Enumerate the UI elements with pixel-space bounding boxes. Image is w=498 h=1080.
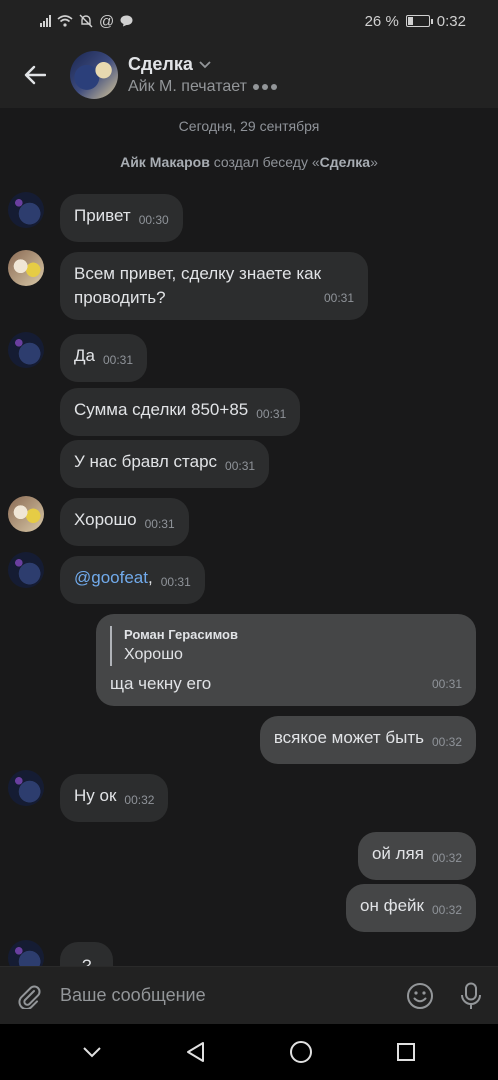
sender-avatar[interactable] <box>8 770 44 806</box>
back-button[interactable] <box>0 42 70 108</box>
message-text: , <box>147 568 153 587</box>
emoji-icon[interactable] <box>406 982 434 1010</box>
sender-avatar[interactable] <box>8 496 44 532</box>
chat-bubble-icon <box>120 15 133 27</box>
status-icons-left: @ <box>40 13 133 30</box>
message-bubble-outgoing[interactable]: всякое может быть 00:32 <box>259 716 476 764</box>
system-chat-name: Сделка <box>319 154 371 170</box>
mention-link[interactable]: @goofeat <box>74 568 148 587</box>
system-author[interactable]: Айк Макаров <box>120 154 210 170</box>
message-time: 00:30 <box>138 213 169 227</box>
message-time: 00:31 <box>225 459 256 473</box>
message-time: 00:32 <box>431 851 462 865</box>
message-text: всякое может быть <box>273 728 424 747</box>
signal-icon <box>40 15 51 27</box>
sender-avatar[interactable] <box>8 332 44 368</box>
reply-quote[interactable]: Роман Герасимов Хорошо <box>110 626 462 666</box>
nav-home-icon[interactable] <box>289 1040 313 1064</box>
message-text: Да <box>74 346 95 365</box>
message-time: 00:31 <box>102 353 133 367</box>
message-time: 00:31 <box>431 677 462 691</box>
mute-bell-icon <box>79 14 93 28</box>
typing-dots-icon <box>252 84 277 90</box>
system-message: Айк Макаров создал беседу «Сделка» <box>0 154 498 170</box>
sender-avatar[interactable] <box>8 250 44 286</box>
message-time: 00:31 <box>144 517 175 531</box>
wifi-icon <box>57 15 73 27</box>
microphone-icon[interactable] <box>460 982 482 1010</box>
message-text: Ну ок <box>74 786 117 805</box>
system-text: создал беседу « <box>209 154 320 170</box>
at-icon: @ <box>99 12 115 30</box>
message-bubble[interactable]: Привет 00:30 <box>60 194 183 242</box>
attach-icon[interactable] <box>16 983 42 1009</box>
message-bubble[interactable]: Сумма сделки 850+85 00:31 <box>60 388 301 436</box>
message-time: 00:32 <box>431 903 462 917</box>
chat-title-block[interactable]: Сделка Айк М. печатает <box>128 54 277 96</box>
message-text: Привет <box>74 206 131 225</box>
nav-hide-icon[interactable] <box>82 1046 102 1058</box>
system-nav-bar <box>0 1024 498 1080</box>
sender-avatar[interactable] <box>8 552 44 588</box>
sender-avatar[interactable] <box>8 940 44 966</box>
message-bubble[interactable]: @goofeat, 00:31 <box>60 556 205 604</box>
message-list[interactable]: Сегодня, 29 сентября Айк Макаров создал … <box>0 108 498 966</box>
message-text: ? <box>82 956 92 966</box>
message-text: Всем привет, сделку знаете как <box>74 264 322 283</box>
message-text: ой ляя <box>371 844 424 863</box>
reply-author: Роман Герасимов <box>124 627 238 642</box>
message-time: 00:31 <box>323 291 354 305</box>
message-text: проводить? <box>74 288 166 307</box>
back-arrow-icon <box>24 65 46 85</box>
chevron-down-icon <box>199 60 211 68</box>
message-input[interactable]: Ваше сообщение <box>60 985 406 1006</box>
message-bubble-outgoing[interactable]: ой ляя 00:32 <box>357 832 476 880</box>
system-text-end: » <box>370 154 378 170</box>
message-time: 00:32 <box>431 735 462 749</box>
message-text: Сумма сделки 850+85 <box>74 400 249 419</box>
message-text: ща чекну его <box>110 674 212 693</box>
sender-avatar[interactable] <box>8 192 44 228</box>
message-bubble[interactable]: Ну ок 00:32 <box>60 774 169 822</box>
clock: 0:32 <box>436 12 466 30</box>
nav-back-icon[interactable] <box>185 1041 205 1063</box>
message-text: Хорошо <box>74 510 137 529</box>
message-bubble[interactable]: У нас бравл старс 00:31 <box>60 440 270 488</box>
chat-header: Сделка Айк М. печатает <box>0 42 498 108</box>
message-time: 00:31 <box>160 575 191 589</box>
message-bubble-outgoing[interactable]: Роман Герасимов Хорошо ща чекну его 00:3… <box>96 614 476 706</box>
chat-avatar[interactable] <box>70 51 118 99</box>
reply-text: Хорошо <box>124 646 183 663</box>
chat-title: Сделка <box>128 54 193 74</box>
message-text: он фейк <box>360 896 424 915</box>
nav-recents-icon[interactable] <box>396 1042 416 1062</box>
date-separator: Сегодня, 29 сентября <box>178 118 320 134</box>
message-bubble[interactable]: Хорошо 00:31 <box>60 498 189 546</box>
message-text: У нас бравл старс <box>74 452 218 471</box>
battery-icon <box>405 15 433 27</box>
message-bubble[interactable]: Да 00:31 <box>60 334 147 382</box>
status-bar: @ 26 % 0:32 <box>0 0 498 42</box>
message-bubble-outgoing[interactable]: он фейк 00:32 <box>346 884 476 932</box>
message-time: 00:32 <box>124 793 155 807</box>
typing-status: Айк М. печатает <box>128 78 247 95</box>
message-time: 00:31 <box>256 407 287 421</box>
message-bubble[interactable]: Всем привет, сделку знаете как проводить… <box>60 252 368 320</box>
battery-percent: 26 % <box>364 12 399 30</box>
message-bubble[interactable]: ? <box>60 942 114 966</box>
message-composer: Ваше сообщение <box>0 966 498 1024</box>
